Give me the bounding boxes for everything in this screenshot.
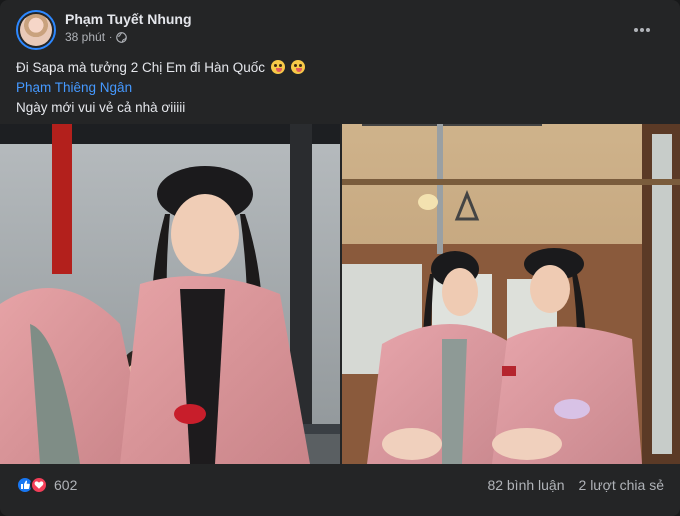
post-card: Phạm Tuyết Nhung 38 phút · Đi Sapa mà tư… (0, 0, 680, 516)
post-header: Phạm Tuyết Nhung 38 phút · (16, 10, 664, 50)
love-icon (30, 476, 48, 494)
winking-tongue-emoji (290, 60, 305, 74)
comment-count[interactable]: 82 bình luận (487, 477, 564, 493)
reaction-count[interactable]: 602 (54, 477, 77, 493)
meta-separator: · (109, 31, 113, 43)
tagged-user-link[interactable]: Phạm Thiêng Ngân (16, 80, 132, 95)
photo-grid (0, 124, 680, 464)
post-text: Đi Sapa mà tưởng 2 Chị Em đi Hàn Quốc Ph… (16, 58, 656, 118)
post-text-line-3: Ngày mới vui vẻ cả nhà ơiiiii (16, 100, 186, 115)
photo-cable-car-selfie[interactable] (0, 124, 340, 464)
reactions-summary[interactable]: 602 (16, 476, 77, 494)
author-name[interactable]: Phạm Tuyết Nhung (65, 11, 192, 27)
post-text-line-1: Đi Sapa mà tưởng 2 Chị Em đi Hàn Quốc (16, 60, 265, 75)
more-horizontal-icon[interactable] (630, 18, 654, 42)
globe-icon[interactable] (116, 31, 128, 43)
engagement-counts: 82 bình luận 2 lượt chia sẻ (487, 477, 664, 493)
photo-train-carriage[interactable] (342, 124, 680, 464)
share-count[interactable]: 2 lượt chia sẻ (579, 477, 664, 493)
winking-tongue-emoji (270, 60, 285, 74)
post-time[interactable]: 38 phút (65, 30, 105, 44)
post-meta: 38 phút · (65, 30, 128, 44)
avatar[interactable] (16, 10, 56, 50)
post-stats: 602 82 bình luận 2 lượt chia sẻ (16, 474, 664, 498)
